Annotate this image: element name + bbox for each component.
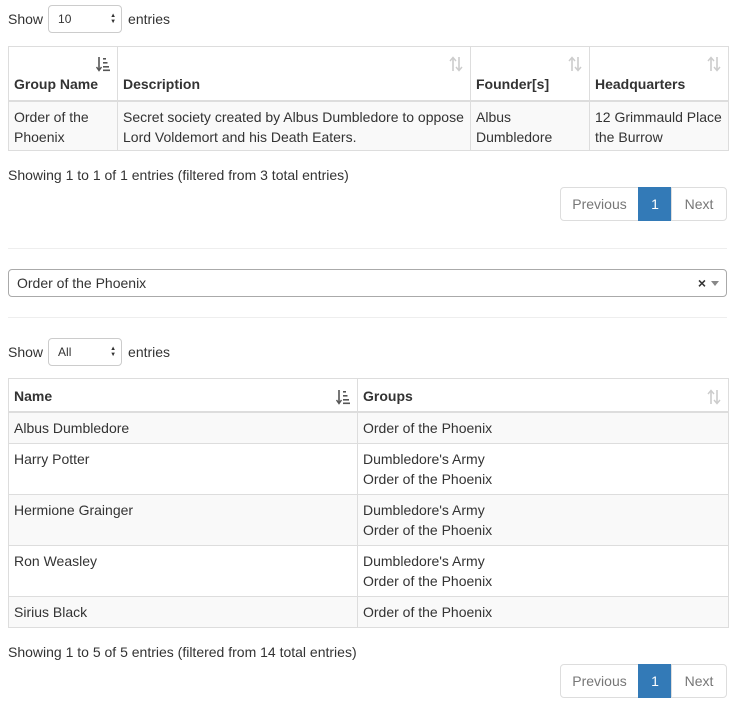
table-row: Albus Dumbledore Order of the Phoenix [8, 411, 729, 444]
cell-groups: Dumbledore's Army Order of the Phoenix [357, 545, 729, 597]
col-label: Headquarters [595, 75, 686, 92]
entries-label: entries [128, 344, 171, 360]
group-entry: Dumbledore's Army [363, 451, 485, 467]
page-1-button[interactable]: 1 [638, 187, 672, 221]
cell-founders: Albus Dumbledore [470, 100, 590, 151]
members-page-size-select[interactable]: All ▲ ▼ [48, 338, 123, 366]
cell-name: Harry Potter [8, 443, 358, 495]
sort-both-icon [568, 56, 582, 72]
page-size-value: 10 [58, 12, 72, 26]
next-button[interactable]: Next [671, 664, 727, 698]
col-label: Group Name [14, 75, 99, 92]
groups-table-info: Showing 1 to 1 of 1 entries (filtered fr… [8, 167, 349, 183]
table-row: Ron Weasley Dumbledore's Army Order of t… [8, 545, 729, 597]
col-label: Founder[s] [476, 75, 550, 92]
groups-table: Group Name Description Founder[s] Headqu… [8, 46, 729, 151]
col-group-name[interactable]: Group Name [8, 46, 118, 102]
group-entry: Order of the Phoenix [363, 471, 493, 487]
group-select[interactable]: Order of the Phoenix × [8, 269, 727, 297]
groups-length-control: Show 10 ▲ ▼ entries [8, 5, 170, 33]
divider [8, 248, 727, 249]
table-row: Sirius Black Order of the Phoenix [8, 596, 729, 628]
members-length-control: Show All ▲ ▼ entries [8, 338, 170, 366]
group-entry: Order of the Phoenix [363, 573, 493, 589]
table-row: Harry Potter Dumbledore's Army Order of … [8, 443, 729, 495]
cell-name: Hermione Grainger [8, 494, 358, 546]
page-1-button[interactable]: 1 [638, 664, 672, 698]
members-table-info: Showing 1 to 5 of 5 entries (filtered fr… [8, 644, 357, 660]
divider [8, 317, 727, 318]
col-label: Description [123, 75, 201, 92]
col-label: Groups [363, 387, 413, 404]
cell-group-name: Order of the Phoenix [8, 100, 118, 151]
cell-groups: Dumbledore's Army Order of the Phoenix [357, 494, 729, 546]
col-groups[interactable]: Groups [357, 378, 729, 413]
members-header-row: Name Groups [8, 378, 729, 413]
dropdown-arrow-icon[interactable] [711, 281, 719, 286]
cell-name: Albus Dumbledore [8, 411, 358, 444]
cell-groups: Order of the Phoenix [357, 411, 729, 444]
cell-groups: Dumbledore's Army Order of the Phoenix [357, 443, 729, 495]
group-entry: Order of the Phoenix [363, 604, 493, 620]
col-founders[interactable]: Founder[s] [470, 46, 590, 102]
col-name[interactable]: Name [8, 378, 358, 413]
table-row: Hermione Grainger Dumbledore's Army Orde… [8, 494, 729, 546]
previous-button[interactable]: Previous [560, 187, 639, 221]
updown-arrows-icon: ▲ ▼ [110, 346, 117, 358]
entries-label: entries [128, 11, 171, 27]
group-entry: Dumbledore's Army [363, 553, 485, 569]
cell-name: Ron Weasley [8, 545, 358, 597]
groups-header-row: Group Name Description Founder[s] Headqu… [8, 46, 729, 102]
sort-both-icon [707, 389, 721, 405]
cell-headquarters: 12 Grimmauld Place the Burrow [589, 100, 729, 151]
col-headquarters[interactable]: Headquarters [589, 46, 729, 102]
cell-description: Secret society created by Albus Dumbledo… [117, 100, 471, 151]
sort-both-icon [449, 56, 463, 72]
group-entry: Order of the Phoenix [363, 419, 493, 436]
groups-pagination: Previous 1 Next [560, 187, 727, 221]
cell-groups: Order of the Phoenix [357, 596, 729, 628]
updown-arrows-icon: ▲ ▼ [110, 13, 117, 25]
clear-selection-icon[interactable]: × [698, 275, 706, 291]
cell-name: Sirius Black [8, 596, 358, 628]
group-entry: Dumbledore's Army [363, 502, 485, 518]
table-row: Order of the Phoenix Secret society crea… [8, 100, 729, 151]
groups-page-size-select[interactable]: 10 ▲ ▼ [48, 5, 123, 33]
group-entry: Order of the Phoenix [363, 522, 493, 538]
previous-button[interactable]: Previous [560, 664, 639, 698]
members-table: Name Groups Albus Dumbledore Order of th… [8, 378, 729, 628]
sort-ascending-icon [336, 390, 350, 405]
sort-both-icon [707, 56, 721, 72]
next-button[interactable]: Next [671, 187, 727, 221]
members-pagination: Previous 1 Next [560, 664, 727, 698]
show-label: Show [8, 11, 44, 27]
show-label: Show [8, 344, 44, 360]
col-label: Name [14, 387, 53, 404]
group-select-value: Order of the Phoenix [17, 275, 147, 291]
sort-ascending-icon [96, 57, 110, 72]
col-description[interactable]: Description [117, 46, 471, 102]
page-size-value: All [58, 345, 72, 359]
